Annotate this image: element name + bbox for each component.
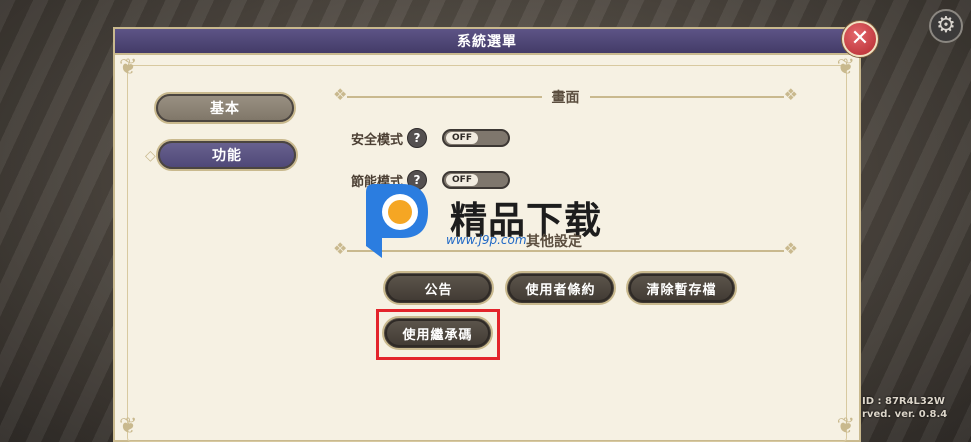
divider-ornament-icon: ❖ — [333, 85, 348, 104]
active-tab-marker-icon: ◇ — [145, 148, 156, 164]
safe-mode-toggle[interactable]: OFF — [442, 129, 510, 147]
watermark-logo-icon — [366, 184, 428, 258]
safe-mode-row: 安全模式 ? — [351, 128, 428, 148]
tab-function-label: 功能 — [212, 148, 242, 164]
toggle-knob: OFF — [446, 132, 478, 144]
divider-ornament-icon: ❖ — [333, 239, 348, 258]
corner-ornament-icon: ❦ — [119, 414, 138, 439]
terms-of-use-button[interactable]: 使用者條約 — [505, 271, 616, 305]
settings-gear-icon[interactable]: ⚙ — [929, 9, 963, 43]
divider-ornament-icon: ❖ — [783, 85, 798, 104]
corner-ornament-icon: ❦ — [119, 55, 138, 80]
dialog-title: 系統選單 — [457, 34, 517, 50]
display-section-header: ❖ ❖ 畫面 — [333, 84, 798, 110]
version-info: rved. ver. 0.8.4 — [862, 409, 948, 420]
other-section-title: 其他設定 — [526, 234, 582, 250]
announcement-label: 公告 — [424, 282, 453, 298]
safe-mode-label: 安全模式 — [351, 132, 404, 148]
terms-of-use-label: 使用者條約 — [525, 282, 596, 298]
tab-basic-label: 基本 — [210, 101, 240, 117]
red-highlight-box — [376, 309, 500, 360]
build-info: ID : 87R4L32W rved. ver. 0.8.4 — [862, 395, 947, 421]
player-id: ID : 87R4L32W — [862, 396, 945, 407]
dialog-title-bar: 系統選單 — [113, 27, 861, 55]
display-section-title: 畫面 — [541, 87, 590, 107]
corner-ornament-icon: ❦ — [836, 414, 855, 439]
tab-function[interactable]: 功能 — [156, 139, 298, 171]
tab-basic[interactable]: 基本 — [154, 92, 296, 124]
clear-cache-label: 清除暫存檔 — [646, 282, 717, 298]
corner-ornament-icon: ❦ — [836, 55, 855, 80]
help-icon[interactable]: ? — [407, 128, 428, 148]
watermark-url: www.j9p.com — [446, 233, 527, 247]
close-button[interactable]: ✕ — [842, 21, 878, 57]
divider-ornament-icon: ❖ — [783, 239, 798, 258]
clear-cache-button[interactable]: 清除暫存檔 — [626, 271, 737, 305]
announcement-button[interactable]: 公告 — [383, 271, 494, 305]
